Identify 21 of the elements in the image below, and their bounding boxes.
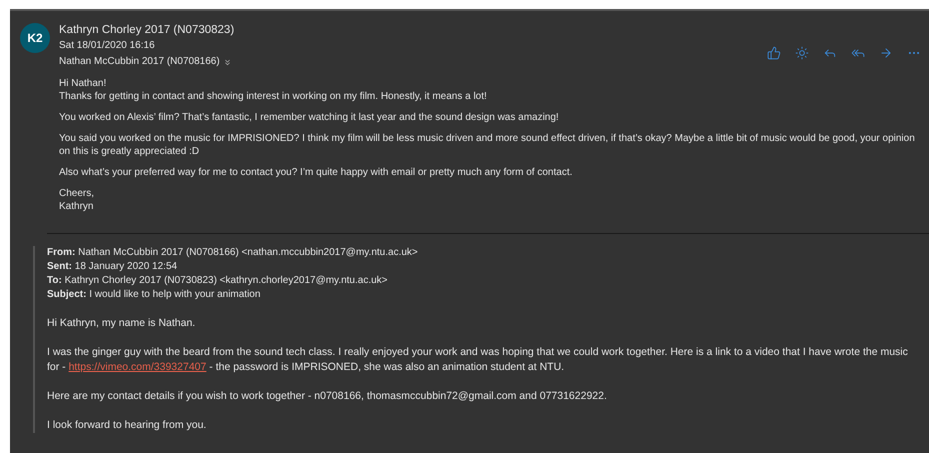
- sent-date: Sat 18/01/2020 16:16: [59, 39, 156, 53]
- message-text: Cheers,: [59, 187, 96, 200]
- quoted-header: Sent: 18 January 2020 12:54: [47, 260, 178, 274]
- sender-name: Kathryn Chorley 2017 (N0730823): [59, 23, 236, 37]
- quoted-header: To: Kathryn Chorley 2017 (N0730823) <kathryn.chorley2017@my.ntu.ac.uk>: [47, 274, 389, 288]
- message-text: Thanks for getting in contact and showing interest in working on my film. Honestly, it means a lot!: [59, 90, 488, 103]
- quoted-text: Here are my contact details if you wish to work together - n0708166, thomasmccubbin72@gmail.com and 07731622922.: [47, 389, 608, 404]
- avatar: K2: [20, 23, 50, 53]
- quoted-text: I was the ginger guy with the beard from the sound tech class. I really enjoyed your work and was hoping that we could work together. Here is a link to a video that I have wrote the music for - https://vimeo.com/339327407 - the password is IMPRISONED, she was also an animation student at NTU.: [47, 345, 909, 375]
- message-text: Also what’s your preferred way for me to contact you? I’m quite happy with email or pretty much any form of contact.: [59, 166, 574, 179]
- message-text: Hi Nathan!: [59, 77, 108, 90]
- quoted-text: Hi Kathryn, my name is Nathan.: [47, 316, 196, 331]
- message-text: You worked on Alexis’ film? That’s fantastic, I remember watching it last year and the sound design was amazing!: [59, 111, 560, 124]
- recipient-name: Nathan McCubbin 2017 (N0708166): [59, 55, 220, 69]
- message-text: You said you worked on the music for IMPRISIONED? I think my film will be less music driven and more sound effect driven, if that’s okay? Maybe a little bit of music would be good, your opinion on this is greatly appreciated :D: [59, 132, 916, 158]
- quoted-header: From: Nathan McCubbin 2017 (N0708166) <nathan.mccubbin2017@my.ntu.ac.uk>: [47, 246, 419, 260]
- message-text: Kathryn: [59, 200, 94, 213]
- video-link[interactable]: https://vimeo.com/339327407: [68, 361, 206, 373]
- expand-icon[interactable]: [222, 58, 232, 66]
- quoted-header: Subject: I would like to help with your animation: [47, 288, 262, 302]
- quoted-text: I look forward to hearing from you.: [47, 418, 208, 433]
